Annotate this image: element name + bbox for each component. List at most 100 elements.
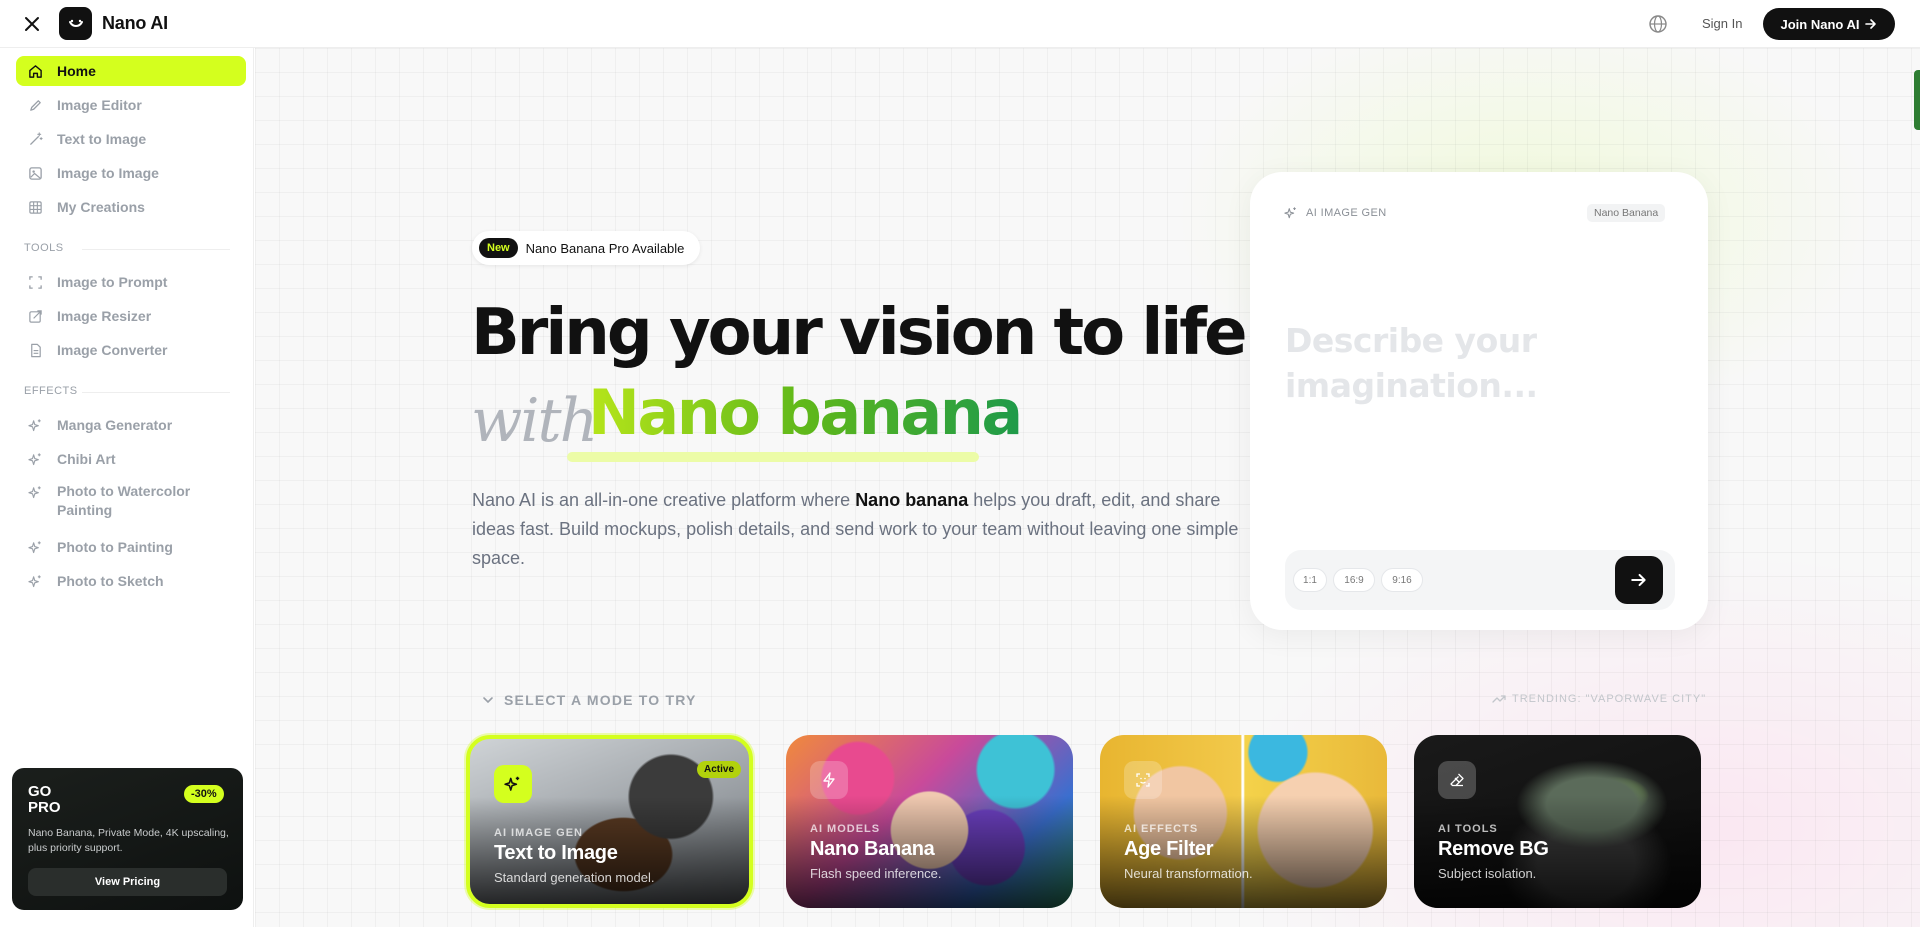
sidebar-item-image-to-image[interactable]: Image to Image bbox=[16, 158, 246, 188]
sidebar-item-label: Photo to Watercolor Painting bbox=[57, 483, 191, 518]
sparkle-icon bbox=[28, 486, 41, 499]
sparkle-icon bbox=[1284, 207, 1296, 219]
main-content: New Nano Banana Pro Available Bring your… bbox=[255, 48, 1920, 927]
card-subtitle: Subject isolation. bbox=[1438, 866, 1537, 881]
model-tag[interactable]: Nano Banana bbox=[1587, 204, 1666, 222]
promo-description: Nano Banana, Private Mode, 4K upscaling,… bbox=[28, 827, 229, 854]
generator-header: AI IMAGE GEN bbox=[1284, 206, 1387, 220]
sidebar-item-label: Home bbox=[57, 63, 96, 79]
sparkle-icon bbox=[494, 765, 532, 803]
sidebar-item-photo-to-sketch[interactable]: Photo to Sketch bbox=[16, 566, 246, 596]
sidebar-item-manga-generator[interactable]: Manga Generator bbox=[16, 410, 246, 440]
trending-icon bbox=[1492, 695, 1506, 703]
mode-card-nano-banana[interactable]: AI MODELS Nano Banana Flash speed infere… bbox=[786, 735, 1073, 908]
sidebar-item-my-creations[interactable]: My Creations bbox=[16, 192, 246, 222]
tools-section-label: TOOLS bbox=[24, 242, 64, 254]
sidebar-item-label: Chibi Art bbox=[57, 451, 116, 467]
sidebar-item-label: Photo to Painting bbox=[57, 539, 173, 555]
hero-highlight-text: Nano banana bbox=[588, 376, 1023, 449]
wand-icon bbox=[30, 131, 43, 145]
card-title: Text to Image bbox=[494, 842, 618, 864]
new-badge: New bbox=[479, 238, 518, 258]
sidebar-item-photo-to-watercolor[interactable]: Photo to Watercolor Painting bbox=[16, 478, 246, 522]
mode-card-remove-bg[interactable]: AI TOOLS Remove BG Subject isolation. bbox=[1414, 735, 1701, 908]
sidebar-item-label: Image Resizer bbox=[57, 308, 152, 324]
mode-card-text-to-image[interactable]: Active AI IMAGE GEN Text to Image Standa… bbox=[466, 735, 753, 908]
close-icon[interactable] bbox=[20, 12, 44, 36]
face-scan-icon bbox=[1124, 761, 1162, 799]
chevron-down-icon bbox=[483, 697, 493, 704]
card-category: AI IMAGE GEN bbox=[494, 827, 584, 839]
view-pricing-button[interactable]: View Pricing bbox=[28, 868, 227, 896]
sidebar-item-label: Manga Generator bbox=[57, 417, 173, 433]
desc-text: Nano AI is an all-in-one creative platfo… bbox=[472, 490, 856, 510]
scan-icon bbox=[29, 275, 42, 289]
sidebar-item-home[interactable]: Home bbox=[16, 56, 246, 86]
generator-header-label: AI IMAGE GEN bbox=[1306, 207, 1387, 219]
hero-description: Nano AI is an all-in-one creative platfo… bbox=[472, 486, 1242, 573]
join-button[interactable]: Join Nano AI bbox=[1763, 8, 1895, 40]
ratio-1-1-button[interactable]: 1:1 bbox=[1293, 568, 1327, 592]
logo-icon[interactable] bbox=[59, 7, 92, 40]
sidebar-item-image-resizer[interactable]: Image Resizer bbox=[16, 301, 246, 331]
sidebar-item-image-to-prompt[interactable]: Image to Prompt bbox=[16, 267, 246, 297]
sign-in-link[interactable]: Sign In bbox=[1702, 16, 1742, 31]
sidebar-item-label: Image to Image bbox=[57, 165, 159, 181]
generator-toolbar: 1:1 16:9 9:16 bbox=[1285, 550, 1675, 610]
sidebar-item-label: Image Editor bbox=[57, 97, 142, 113]
card-subtitle: Neural transformation. bbox=[1124, 866, 1253, 881]
card-subtitle: Flash speed inference. bbox=[810, 866, 942, 881]
active-badge: Active bbox=[697, 761, 742, 778]
trending-label: TRENDING: "VAPORWAVE CITY" bbox=[1492, 693, 1706, 705]
card-title: Age Filter bbox=[1124, 838, 1214, 860]
sidebar-item-label: Photo to Sketch bbox=[57, 573, 164, 589]
home-icon bbox=[29, 64, 42, 78]
hero-headline: Bring your vision to life bbox=[471, 296, 1247, 370]
divider bbox=[82, 392, 230, 393]
hero-with-text: with bbox=[471, 386, 598, 456]
card-title: Nano Banana bbox=[810, 838, 935, 860]
arrow-right-icon bbox=[1865, 19, 1877, 29]
divider bbox=[82, 249, 230, 250]
ratio-9-16-button[interactable]: 9:16 bbox=[1381, 568, 1423, 592]
sparkle-icon bbox=[28, 452, 41, 465]
eraser-icon bbox=[1438, 761, 1476, 799]
sidebar-item-image-converter[interactable]: Image Converter bbox=[16, 335, 246, 365]
effects-section-label: EFFECTS bbox=[24, 385, 78, 397]
sidebar-item-text-to-image[interactable]: Text to Image bbox=[16, 124, 246, 154]
sidebar-item-image-editor[interactable]: Image Editor bbox=[16, 90, 246, 120]
sidebar-item-label: Text to Image bbox=[57, 131, 147, 147]
announcement-pill[interactable]: New Nano Banana Pro Available bbox=[472, 231, 701, 265]
card-category: AI MODELS bbox=[810, 823, 881, 835]
brand-name[interactable]: Nano AI bbox=[102, 13, 168, 34]
mode-section-label: SELECT A MODE TO TRY bbox=[482, 692, 697, 708]
sidebar: Home Image Editor Text to Image Image to… bbox=[0, 48, 254, 927]
mode-card-age-filter[interactable]: AI EFFECTS Age Filter Neural transformat… bbox=[1100, 735, 1387, 908]
ratio-16-9-button[interactable]: 16:9 bbox=[1333, 568, 1375, 592]
image-icon bbox=[29, 166, 42, 180]
globe-icon[interactable] bbox=[1648, 14, 1668, 34]
side-feedback-tab[interactable] bbox=[1914, 70, 1920, 130]
mode-section-text: SELECT A MODE TO TRY bbox=[504, 692, 697, 708]
highlight-underline bbox=[567, 452, 979, 462]
sidebar-item-photo-to-painting[interactable]: Photo to Painting bbox=[16, 532, 246, 562]
file-icon bbox=[31, 343, 41, 357]
arrow-right-icon bbox=[1631, 573, 1646, 587]
top-bar: Nano AI Sign In Join Nano AI bbox=[0, 0, 1920, 48]
generate-button[interactable] bbox=[1615, 556, 1663, 604]
card-category: AI TOOLS bbox=[1438, 823, 1498, 835]
sidebar-item-chibi-art[interactable]: Chibi Art bbox=[16, 444, 246, 474]
sparkle-icon bbox=[28, 418, 41, 431]
pro-promo-card: GO PRO -30% Nano Banana, Private Mode, 4… bbox=[12, 768, 243, 910]
join-button-label: Join Nano AI bbox=[1780, 16, 1860, 32]
card-title: Remove BG bbox=[1438, 838, 1549, 860]
promo-title: GO PRO bbox=[28, 783, 61, 816]
desc-bold: Nano banana bbox=[855, 490, 969, 510]
announcement-text: Nano Banana Pro Available bbox=[525, 240, 685, 256]
image-generator-card: AI IMAGE GEN Nano Banana Describe your i… bbox=[1250, 172, 1708, 630]
sidebar-item-label: My Creations bbox=[57, 199, 145, 215]
prompt-input[interactable]: Describe your imagination... bbox=[1285, 318, 1585, 408]
grid-icon bbox=[29, 200, 42, 214]
sidebar-item-label: Image Converter bbox=[57, 342, 168, 358]
trending-text: TRENDING: "VAPORWAVE CITY" bbox=[1512, 693, 1707, 705]
